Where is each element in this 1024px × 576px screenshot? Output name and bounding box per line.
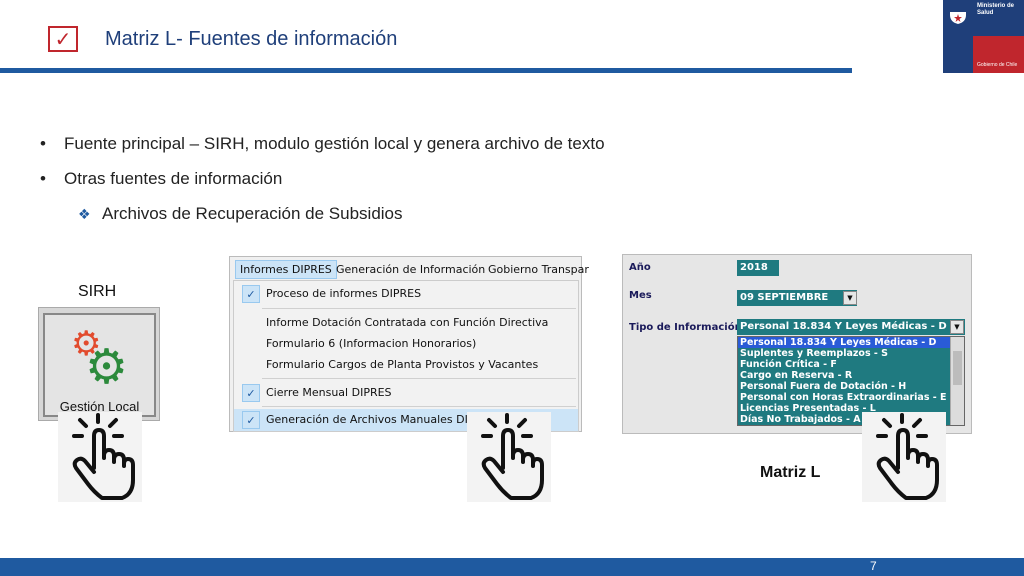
bullet-main-source: • Fuente principal – SIRH, modulo gestión… [40,134,605,153]
chevron-down-icon[interactable]: ▼ [950,320,964,334]
menu-item-formulario-cargos[interactable]: Formulario Cargos de Planta Provistos y … [234,354,578,376]
menubar: Informes DIPRES Generación de Informació… [230,257,589,281]
menu-item-label: Formulario 6 (Informacion Honorarios) [266,337,477,350]
shield-icon [950,7,966,24]
menu-informes-dipres[interactable]: Informes DIPRES [235,260,337,279]
page-title: Matriz L- Fuentes de información [105,28,398,50]
bullet-text: Otras fuentes de información [64,169,283,188]
menu-item-label: Generación de Archivos Manuales DIPRES [266,413,497,426]
check-icon: ✓ [48,26,78,52]
menu-item-formulario-6[interactable]: Formulario 6 (Informacion Honorarios) [234,333,578,355]
menu-item-informe-dotacion[interactable]: Informe Dotación Contratada con Función … [234,312,578,334]
pointing-hand-icon [467,412,551,502]
matriz-form-window: Año Mes Tipo de Información 2018 09 SEPT… [622,254,972,434]
bullet-text: Fuente principal – SIRH, modulo gestión … [64,134,605,153]
menu-separator [262,378,576,379]
pointing-hand-icon [58,412,142,502]
pointing-hand-icon [72,413,135,500]
check-icon: ✓ [242,384,260,402]
diamond-bullet-icon: ❖ [78,207,91,223]
type-select[interactable]: Personal 18.834 Y Leyes Médicas - D [737,319,965,335]
menu-item-label: Cierre Mensual DIPRES [266,386,392,399]
type-label: Tipo de Información [629,322,742,333]
list-item[interactable]: Función Crítica - F [738,359,950,370]
gestion-local-button[interactable]: ⚙ ⚙ Gestión Local [38,307,160,421]
bullet-text: Archivos de Recuperación de Subsidios [102,204,403,223]
month-select[interactable]: 09 SEPTIEMBRE [737,290,857,306]
menu-separator [262,406,576,407]
title-divider [0,68,852,73]
logo-government-text: Gobierno de Chile [977,62,1018,68]
gear-icon: ⚙ [85,339,129,395]
scrollbar-thumb[interactable] [953,351,962,385]
dipres-dropdown: ✓ Proceso de informes DIPRES Informe Dot… [233,280,579,432]
list-item[interactable]: Personal 18.834 Y Leyes Médicas - D [738,337,950,348]
gestion-local-button-face[interactable]: ⚙ ⚙ Gestión Local [43,313,156,417]
bullet-other-sources: • Otras fuentes de información [40,169,283,188]
year-label: Año [629,262,651,273]
bullet-subsidies: ❖ Archivos de Recuperación de Subsidios [78,204,403,224]
menu-generacion-informacion[interactable]: Generación de Información [332,261,489,278]
list-scrollbar[interactable] [950,337,964,425]
matriz-caption: Matriz L [760,464,821,481]
logo-ministry-text: Ministerio de Salud [977,3,1015,16]
logo-blue-band [943,0,973,73]
menu-gobierno-transparente[interactable]: Gobierno Transpar [484,261,593,278]
menu-item-cierre-mensual[interactable]: ✓ Cierre Mensual DIPRES [234,382,578,404]
check-icon: ✓ [242,285,260,303]
pointing-hand-icon [481,413,544,500]
menu-item-label: Formulario Cargos de Planta Provistos y … [266,358,539,371]
menu-item-proceso-informes[interactable]: ✓ Proceso de informes DIPRES [234,283,578,305]
page-number: 7 [870,559,877,573]
menu-item-label: Informe Dotación Contratada con Función … [266,316,549,329]
menu-separator [262,308,576,309]
dipres-menu-window: Informes DIPRES Generación de Informació… [229,256,589,432]
ministry-logo: Ministerio de Salud Gobierno de Chile [943,0,1024,73]
check-icon: ✓ [242,411,260,429]
footer-bar: 7 [0,558,1024,576]
year-input[interactable]: 2018 [737,260,779,276]
sirh-label: SIRH [78,283,117,300]
menu-item-label: Proceso de informes DIPRES [266,287,422,300]
list-item[interactable]: Personal con Horas Extraordinarias - E [738,392,950,403]
list-item[interactable]: Suplentes y Reemplazos - S [738,348,950,359]
list-item[interactable]: Personal Fuera de Dotación - H [738,381,950,392]
pointing-hand-icon [862,412,946,502]
chevron-down-icon[interactable]: ▼ [843,291,857,305]
pointing-hand-icon [876,413,939,500]
month-label: Mes [629,290,652,301]
list-item[interactable]: Cargo en Reserva - R [738,370,950,381]
